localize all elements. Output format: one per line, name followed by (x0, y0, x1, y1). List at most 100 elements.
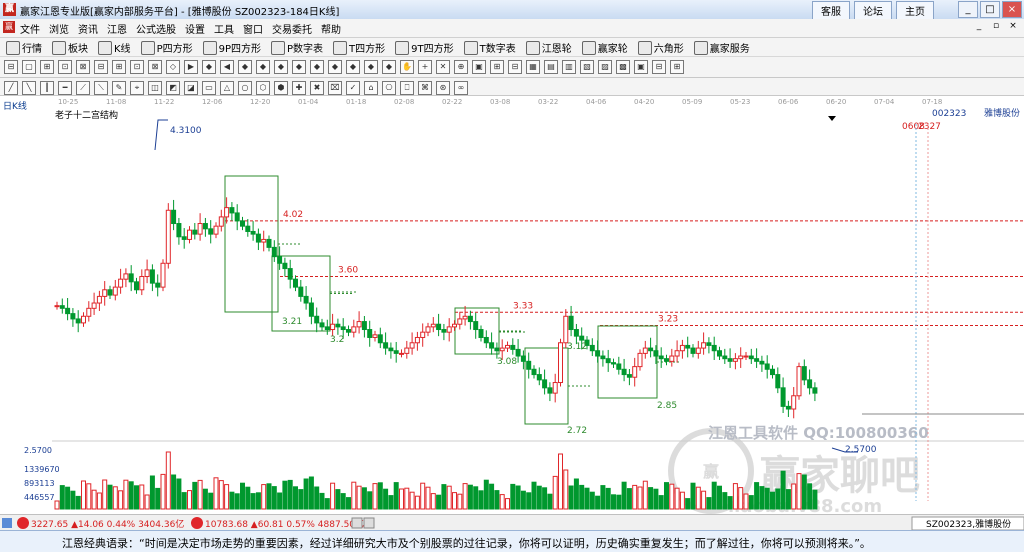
drawing-tool-icon[interactable]: + (418, 60, 432, 74)
drawing-tool-icon[interactable]: ◀ (220, 60, 234, 74)
chart-tool-icon[interactable]: ┃ (40, 81, 54, 95)
drawing-tool-icon[interactable]: ⊟ (4, 60, 18, 74)
drawing-tool-icon[interactable]: ▤ (544, 60, 558, 74)
drawing-tool-icon[interactable]: ◆ (328, 60, 342, 74)
volume-bar (436, 494, 442, 510)
drawing-tool-icon[interactable]: ▧ (580, 60, 594, 74)
drawing-tool-icon[interactable]: ◆ (256, 60, 270, 74)
chart-tool-icon[interactable]: ◩ (166, 81, 180, 95)
menu-item-9[interactable]: 帮助 (321, 21, 341, 36)
drawing-tool-icon[interactable]: ▨ (598, 60, 612, 74)
chart-tool-icon[interactable]: ⬢ (274, 81, 288, 95)
chart-tool-icon[interactable]: ✎ (112, 81, 126, 95)
chart-tool-icon[interactable]: ◪ (184, 81, 198, 95)
mdi-close-button[interactable]: × (1006, 21, 1020, 33)
drawing-tool-icon[interactable]: ◆ (382, 60, 396, 74)
chart-tool-icon[interactable]: ⌖ (130, 81, 144, 95)
toolbar-button-3[interactable]: P四方形 (140, 40, 193, 55)
chart-tool-icon[interactable]: ⟋ (76, 81, 90, 95)
chart-tool-icon[interactable]: ○ (238, 81, 252, 95)
mdi-minimize-button[interactable]: _ (972, 21, 986, 33)
toolbar-button-0[interactable]: 行情 (6, 40, 42, 55)
chart-tool-icon[interactable]: ✚ (292, 81, 306, 95)
chart-tool-icon[interactable]: ━ (58, 81, 72, 95)
chart-tool-icon[interactable]: ✓ (346, 81, 360, 95)
drawing-tool-icon[interactable]: ⊠ (76, 60, 90, 74)
chart-tool-icon[interactable]: ⌧ (328, 81, 342, 95)
chart-tool-icon[interactable]: ⬡ (256, 81, 270, 95)
drawing-tool-icon[interactable]: ⊠ (148, 60, 162, 74)
chart-pane[interactable]: 日K线 10-25 11-08 11-22 12-06 12-20 01-04 01-18 0… (0, 96, 1024, 514)
toolbar-button-7[interactable]: 9T四方形 (395, 40, 454, 55)
toolbar-button-8[interactable]: T数字表 (463, 40, 516, 55)
menu-item-8[interactable]: 交易委托 (272, 21, 312, 36)
drawing-tool-icon[interactable]: ▩ (616, 60, 630, 74)
chart-tool-icon[interactable]: ⊛ (436, 81, 450, 95)
drawing-tool-icon[interactable]: ⊟ (652, 60, 666, 74)
drawing-tool-icon[interactable]: ▦ (526, 60, 540, 74)
menu-item-2[interactable]: 资讯 (78, 21, 98, 36)
drawing-tool-icon[interactable]: ▢ (22, 60, 36, 74)
drawing-tool-icon[interactable]: ▶ (184, 60, 198, 74)
minimize-button[interactable]: _ (958, 1, 978, 18)
drawing-tool-icon[interactable]: ⊕ (454, 60, 468, 74)
chart-tool-icon[interactable]: ⎕ (400, 81, 414, 95)
chart-tool-icon[interactable]: ⟍ (94, 81, 108, 95)
menu-app-icon[interactable]: 赢 (3, 21, 15, 33)
drawing-tool-icon[interactable]: ⊞ (490, 60, 504, 74)
close-button[interactable]: × (1002, 1, 1022, 18)
drawing-tool-icon[interactable]: ◆ (292, 60, 306, 74)
chart-tool-icon[interactable]: △ (220, 81, 234, 95)
drawing-tool-icon[interactable]: ⊡ (58, 60, 72, 74)
drawing-tool-icon[interactable]: ◆ (274, 60, 288, 74)
link-forum[interactable]: 论坛 (854, 1, 892, 20)
drawing-tool-icon[interactable]: ⊞ (40, 60, 54, 74)
menu-item-0[interactable]: 文件 (20, 21, 40, 36)
menu-item-7[interactable]: 窗口 (243, 21, 263, 36)
drawing-tool-icon[interactable]: ◆ (238, 60, 252, 74)
toolbar-button-11[interactable]: 六角形 (637, 40, 684, 55)
drawing-tool-icon[interactable]: ⊡ (130, 60, 144, 74)
menu-item-5[interactable]: 设置 (185, 21, 205, 36)
mdi-restore-button[interactable]: ▫ (989, 21, 1003, 33)
maximize-button[interactable]: □ (980, 1, 1000, 18)
chart-tool-icon[interactable]: ⎔ (382, 81, 396, 95)
drawing-tool-icon[interactable]: ◆ (202, 60, 216, 74)
drawing-tool-icon[interactable]: ▣ (472, 60, 486, 74)
menu-item-1[interactable]: 浏览 (49, 21, 69, 36)
chart-tool-icon[interactable]: ╲ (22, 81, 36, 95)
drawing-tool-icon[interactable]: ✋ (400, 60, 414, 74)
drawing-tool-icon[interactable]: ▥ (562, 60, 576, 74)
menu-item-3[interactable]: 江恩 (107, 21, 127, 36)
chart-tool-icon[interactable]: ✖ (310, 81, 324, 95)
link-customer-service[interactable]: 客服 (812, 1, 850, 20)
drawing-tool-icon[interactable]: ⊞ (112, 60, 126, 74)
toolbar-button-6[interactable]: T四方形 (333, 40, 385, 55)
chart-tool-icon[interactable]: ╱ (4, 81, 18, 95)
drawing-tool-icon[interactable]: ◇ (166, 60, 180, 74)
toolbar-button-10[interactable]: 赢家轮 (581, 40, 628, 55)
chart-tool-icon[interactable]: ▭ (202, 81, 216, 95)
menu-item-6[interactable]: 工具 (214, 21, 234, 36)
drawing-tool-icon[interactable]: ⊟ (94, 60, 108, 74)
drawing-tool-icon[interactable]: ◆ (310, 60, 324, 74)
toolbar-button-9[interactable]: 江恩轮 (525, 40, 572, 55)
menu-item-4[interactable]: 公式选股 (136, 21, 176, 36)
drawing-tool-icon[interactable]: ◆ (364, 60, 378, 74)
drawing-tool-icon[interactable]: ◆ (346, 60, 360, 74)
drawing-tool-icon[interactable]: ▣ (634, 60, 648, 74)
toolbar-button-12[interactable]: 赢家服务 (693, 40, 750, 55)
chart-tool-icon[interactable]: ∞ (454, 81, 468, 95)
kline-chart[interactable]: 10-25 11-08 11-22 12-06 12-20 01-04 01-18 02-08… (0, 96, 1024, 514)
chart-tool-icon[interactable]: ⌘ (418, 81, 432, 95)
drawing-tool-icon[interactable]: ⊟ (508, 60, 522, 74)
drawing-tool-icon[interactable]: ⊞ (670, 60, 684, 74)
toolbar-button-2[interactable]: K线 (98, 40, 131, 55)
toolbar-button-4[interactable]: 9P四方形 (202, 40, 261, 55)
toolbar-button-1[interactable]: 板块 (52, 40, 88, 55)
toolbar-button-5[interactable]: P数字表 (271, 40, 323, 55)
chart-tool-icon[interactable]: ⌂ (364, 81, 378, 95)
drawing-tool-icon[interactable]: ✕ (436, 60, 450, 74)
link-homepage[interactable]: 主页 (896, 1, 934, 20)
chart-tool-icon[interactable]: ◫ (148, 81, 162, 95)
